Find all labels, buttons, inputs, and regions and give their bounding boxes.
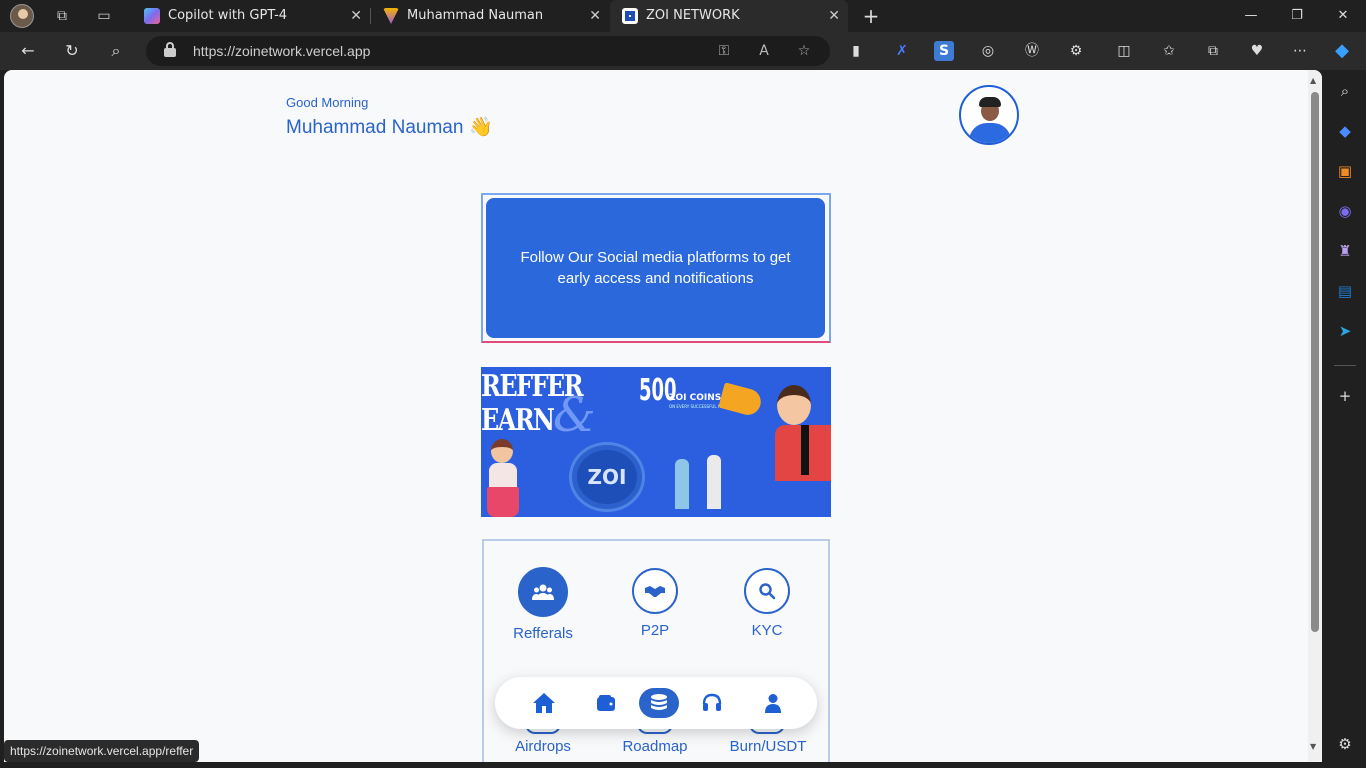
target-extension-icon[interactable]: ◎ (978, 41, 998, 61)
collections-plus-icon[interactable]: ⧉ (1203, 41, 1223, 61)
menu-item-p2p[interactable]: P2P (605, 568, 705, 639)
close-tab-icon[interactable]: ✕ (350, 0, 362, 32)
menu-label-airdrops[interactable]: Airdrops (493, 738, 593, 755)
copilot-icon[interactable]: ◆ (1332, 41, 1352, 61)
tab-title: Copilot with GPT-4 (168, 8, 288, 23)
scroll-up-icon[interactable]: ▲ (1310, 76, 1316, 85)
menu-label-burn-usdt[interactable]: Burn/USDT (718, 738, 818, 755)
tab-title: Muhammad Nauman (407, 8, 544, 23)
greeting-text: Good Morning (286, 95, 369, 110)
search-icon[interactable]: ⌕ (1334, 80, 1356, 102)
refresh-button[interactable]: ↻ (61, 40, 83, 62)
status-url: https://zoinetwork.vercel.app/reffer (4, 740, 200, 762)
girl-illustration (483, 439, 521, 517)
back-button[interactable]: ← (17, 40, 39, 62)
new-tab-button[interactable]: + (860, 4, 882, 28)
tab-strip: ⧉ ▭ Copilot with GPT-4 ✕ Muhammad Nauman… (0, 0, 1366, 32)
menu-item-kyc[interactable]: KYC (717, 568, 817, 639)
user-icon[interactable] (758, 688, 788, 718)
edge-sidebar: ⌕ ◆ ▣ ◉ ♜ ▤ ➤ + ⚙ (1324, 70, 1366, 768)
person-illustration (707, 455, 721, 509)
key-icon[interactable]: ⚿ (714, 41, 734, 61)
telegram-icon[interactable]: ➤ (1334, 320, 1356, 342)
ampersand-decoration: & (553, 387, 596, 443)
social-card[interactable]: Follow Our Social media platforms to get… (486, 198, 825, 338)
search-icon[interactable]: ⌕ (105, 40, 127, 62)
home-icon[interactable] (529, 688, 559, 718)
tab-muhammad-nauman[interactable]: Muhammad Nauman ✕ (371, 0, 609, 32)
favorite-star-icon[interactable]: ☆ (794, 41, 814, 61)
refer-earn-banner[interactable]: REFFER EARN & 500 ZOI COINS ON EVERY SUC… (481, 367, 831, 517)
coins-icon[interactable] (639, 688, 679, 718)
bottom-navigation (495, 677, 817, 729)
tab-zoi-network[interactable]: ZOI NETWORK ✕ (610, 0, 848, 32)
user-avatar[interactable] (959, 85, 1019, 145)
handshake-icon[interactable] (632, 568, 678, 614)
person-illustration (675, 459, 689, 509)
banner-coins-label: ZOI COINS (669, 393, 722, 403)
social-message: Follow Our Social media platforms to get… (520, 249, 791, 287)
add-sidebar-app-icon[interactable]: + (1334, 385, 1356, 407)
coin-text: ZOI (587, 465, 627, 489)
tab-title: ZOI NETWORK (646, 8, 740, 23)
copilot-favicon-icon (144, 8, 160, 24)
workspaces-icon[interactable]: ⧉ (52, 6, 72, 26)
split-screen-icon[interactable]: ◫ (1114, 41, 1134, 61)
man-illustration (739, 381, 831, 501)
wave-icon: 👋 (469, 117, 494, 138)
navigation-bar: ← ↻ ⌕ https://zoinetwork.vercel.app ⚿ A … (0, 32, 1366, 70)
extensions-icon[interactable]: ⚙ (1066, 41, 1086, 61)
more-menu-icon[interactable]: ⋯ (1290, 41, 1310, 61)
menu-item-refferals[interactable]: Refferals (493, 567, 593, 642)
extension-icon[interactable]: ✗ (892, 41, 912, 61)
close-window-button[interactable]: ✕ (1320, 0, 1366, 32)
tools-icon[interactable]: ▣ (1334, 160, 1356, 182)
favorites-icon[interactable]: ✩ (1159, 41, 1179, 61)
vite-favicon-icon (383, 8, 399, 24)
wallet-icon[interactable] (591, 688, 621, 718)
menu-label: P2P (640, 622, 670, 639)
lock-icon[interactable] (164, 42, 176, 57)
tab-copilot[interactable]: Copilot with GPT-4 ✕ (132, 0, 370, 32)
zoi-coin-icon: ZOI (569, 442, 645, 512)
games-icon[interactable]: ♜ (1334, 240, 1356, 262)
zoi-favicon-icon (622, 8, 638, 24)
tab-actions-icon[interactable]: ▭ (94, 6, 114, 26)
url-text[interactable]: https://zoinetwork.vercel.app (193, 36, 370, 66)
heart-health-icon[interactable]: ♥ (1247, 41, 1267, 61)
page-scrollbar[interactable]: ▲ ▼ (1308, 70, 1322, 762)
menu-label-roadmap[interactable]: Roadmap (605, 738, 705, 755)
minimize-button[interactable]: — (1228, 0, 1274, 32)
sidebar-settings-icon[interactable]: ⚙ (1334, 733, 1356, 755)
close-tab-icon[interactable]: ✕ (828, 0, 840, 32)
username-label: Muhammad Nauman (286, 117, 464, 138)
outlook-icon[interactable]: ▤ (1334, 280, 1356, 302)
web-page: Good Morning Muhammad Nauman 👋 Follow Our… (4, 70, 1322, 762)
banner-title-line2: EARN (481, 403, 555, 438)
headset-icon[interactable] (697, 688, 727, 718)
scroll-down-icon[interactable]: ▼ (1310, 742, 1316, 751)
menu-label: Refferals (513, 625, 573, 642)
restore-button[interactable]: ❐ (1274, 0, 1320, 32)
s-extension-icon[interactable]: S (934, 41, 954, 61)
read-aloud-icon[interactable]: A (754, 41, 774, 61)
address-bar[interactable]: https://zoinetwork.vercel.app ⚿ A ☆ (146, 36, 830, 66)
scrollbar-thumb[interactable] (1311, 92, 1319, 632)
search-icon[interactable] (744, 568, 790, 614)
w-extension-icon[interactable]: Ⓦ (1022, 41, 1042, 61)
collections-icon[interactable]: ▮ (846, 41, 866, 61)
users-icon[interactable] (518, 567, 568, 617)
shopping-tag-icon[interactable]: ◆ (1334, 120, 1356, 142)
close-tab-icon[interactable]: ✕ (589, 0, 601, 32)
copilot-sidebar-icon[interactable]: ◉ (1334, 200, 1356, 222)
bottom-strip (0, 762, 1324, 768)
profile-avatar[interactable] (10, 4, 34, 28)
menu-label: KYC (751, 622, 783, 639)
username-text: Muhammad Nauman 👋 (286, 115, 493, 139)
